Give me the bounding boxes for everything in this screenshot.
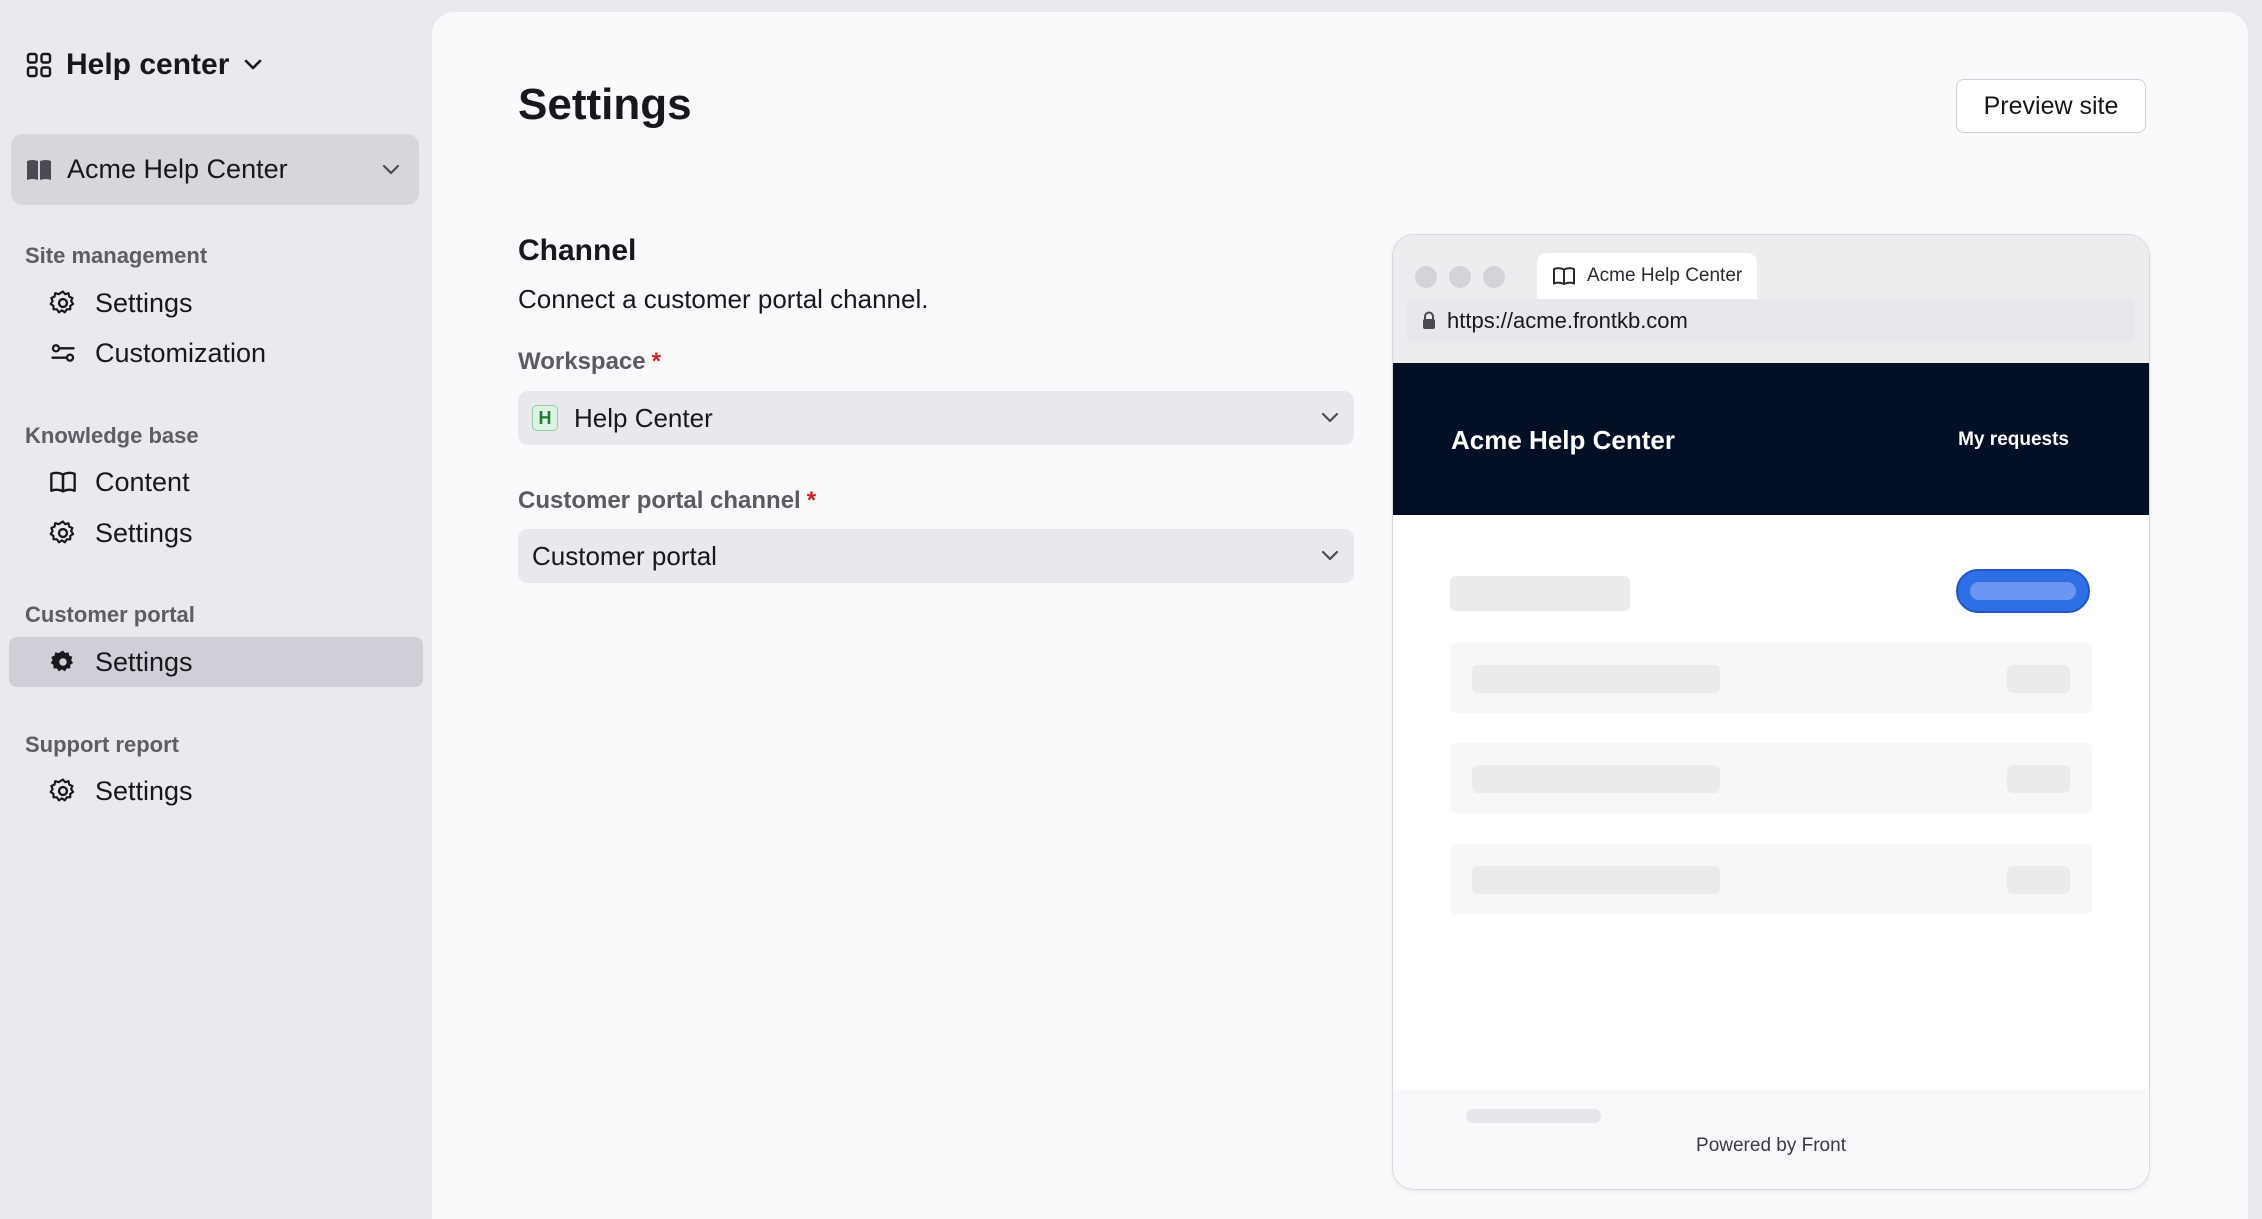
url-text: https://acme.frontkb.com [1447,308,1688,333]
site-select-label: Acme Help Center [67,154,288,184]
sidebar-item-label: Customization [95,337,267,368]
section-customer-portal: Customer portal [25,602,195,627]
skeleton-row [1450,844,2092,914]
portal-channel-value: Customer portal [532,540,717,571]
browser-chrome: Acme Help Center https://acme.frontkb.co… [1393,235,2149,363]
channel-description: Connect a customer portal channel. [518,284,929,314]
site-select[interactable]: Acme Help Center [11,134,419,205]
chevron-down-icon [243,58,263,72]
sidebar-item-label: Settings [95,287,193,318]
grid-icon [26,52,52,78]
preview-cta-pill [1956,569,2090,613]
skeleton-footer-line [1466,1109,1601,1123]
preview-my-requests-link: My requests [1958,429,2069,450]
skeleton-row [1450,743,2092,813]
sidebar: Help center Acme Help Center Site manage… [0,0,432,1219]
preview-site-title: Acme Help Center [1451,425,1675,455]
book-open-icon [49,468,77,496]
skeleton-row [1450,643,2092,713]
window-dot [1483,266,1505,288]
chevron-down-icon [381,163,401,177]
browser-tab-title: Acme Help Center [1587,265,1743,286]
book-open-icon [1551,264,1577,288]
portal-channel-select[interactable]: Customer portal [518,529,1354,583]
sidebar-item-portal-settings[interactable]: Settings [9,637,423,687]
window-dot [1415,266,1437,288]
skeleton-pill-text [1970,582,2076,600]
skeleton-heading [1450,576,1630,611]
sidebar-item-site-settings[interactable]: Settings [9,278,423,328]
sidebar-item-label: Settings [95,646,193,677]
required-mark: * [651,348,661,375]
preview-footer: Powered by Front [1393,1089,2149,1189]
gear-icon [49,519,77,547]
channel-title: Channel [518,234,637,267]
sidebar-item-content[interactable]: Content [9,457,423,507]
lock-icon [1421,311,1437,331]
app-switcher-label: Help center [66,48,230,81]
workspace-select[interactable]: H Help Center [518,391,1354,445]
sidebar-item-label: Settings [95,517,193,548]
sidebar-item-customization[interactable]: Customization [9,328,423,378]
sliders-icon [49,339,77,367]
skeleton-line [1472,866,1720,894]
sidebar-item-report-settings[interactable]: Settings [9,766,423,816]
gear-icon [49,777,77,805]
section-support-report: Support report [25,732,179,757]
required-mark: * [806,487,817,514]
skeleton-chip [2007,866,2070,894]
skeleton-line [1472,765,1720,793]
url-bar: https://acme.frontkb.com [1407,299,2135,343]
skeleton-chip [2007,765,2070,793]
page-title: Settings [518,80,692,129]
section-site-management: Site management [25,243,208,268]
main-panel: Settings Preview site Channel Connect a … [432,12,2248,1219]
app-switcher[interactable]: Help center [26,44,263,86]
skeleton-chip [2007,665,2070,693]
preview-site-header: Acme Help Center My requests [1393,363,2149,515]
chevron-down-icon [1320,549,1340,563]
sidebar-item-label: Settings [95,775,193,806]
gear-icon [49,648,77,676]
skeleton-line [1472,665,1720,693]
site-preview: Acme Help Center https://acme.frontkb.co… [1392,234,2150,1190]
portal-channel-label: Customer portal channel * [518,487,817,514]
book-icon [25,158,53,182]
workspace-badge: H [532,405,558,431]
chevron-down-icon [1320,411,1340,425]
sidebar-item-label: Content [95,466,190,497]
workspace-label: Workspace * [518,348,661,375]
browser-tab: Acme Help Center [1537,253,1757,299]
powered-by-text: Powered by Front [1696,1135,1846,1156]
gear-icon [49,289,77,317]
section-knowledge-base: Knowledge base [25,423,199,448]
sidebar-item-kb-settings[interactable]: Settings [9,508,423,558]
workspace-value: Help Center [574,402,713,433]
preview-site-button[interactable]: Preview site [1956,79,2146,133]
window-dot [1449,266,1471,288]
